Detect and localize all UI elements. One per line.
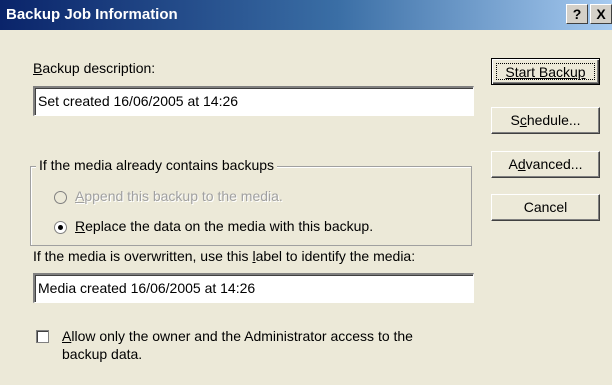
restrict-access-line1-rest: llow only the owner and the Administrato… — [71, 328, 413, 344]
schedule-label-rest: hedule... — [526, 112, 581, 128]
backup-job-dialog: Backup Job Information ? X Backup descri… — [0, 0, 612, 385]
media-options-group — [30, 166, 472, 246]
advanced-accel: d — [517, 156, 526, 172]
advanced-label-pre: A — [508, 156, 518, 172]
append-accel: A — [75, 188, 85, 204]
schedule-label-pre: S — [510, 112, 520, 128]
append-label-rest: ppend this backup to the media. — [84, 188, 283, 204]
radio-selected-dot — [58, 225, 63, 230]
start-backup-button[interactable]: Start Backup — [491, 58, 600, 85]
backup-description-label: Backup description: — [33, 60, 155, 76]
backup-description-input[interactable]: Set created 16/06/2005 at 14:26 — [33, 86, 474, 116]
media-options-legend: If the media already contains backups — [36, 157, 278, 173]
media-label-label: If the media is overwritten, use this la… — [33, 248, 415, 264]
schedule-button[interactable]: Schedule... — [491, 107, 600, 134]
schedule-accel: c — [519, 112, 527, 128]
cancel-button[interactable]: Cancel — [491, 194, 600, 221]
backup-description-label-rest: ackup description: — [42, 60, 156, 76]
replace-label-rest: eplace the data on the media with this b… — [85, 218, 374, 234]
backup-description-accel: B — [33, 60, 43, 76]
start-backup-label: Start Backup — [505, 64, 586, 80]
advanced-button[interactable]: Advanced... — [491, 151, 600, 178]
restrict-access-label-line2[interactable]: backup data. — [62, 346, 142, 362]
close-button[interactable]: X — [590, 4, 612, 24]
restrict-access-label-line1[interactable]: Allow only the owner and the Administrat… — [62, 328, 413, 344]
append-radio[interactable] — [54, 191, 67, 204]
media-label-rest: abel to identify the media: — [255, 248, 416, 264]
advanced-label-rest: vanced... — [525, 156, 583, 172]
media-label-prefix: If the media is overwritten, use this — [33, 248, 253, 264]
title-bar[interactable]: Backup Job Information ? X — [0, 0, 612, 30]
help-button[interactable]: ? — [566, 4, 588, 24]
replace-accel: R — [75, 218, 86, 234]
focus-rect: Start Backup — [496, 63, 595, 80]
media-label-input[interactable]: Media created 16/06/2005 at 14:26 — [33, 273, 474, 303]
append-radio-label[interactable]: Append this backup to the media. — [75, 188, 283, 204]
restrict-access-checkbox[interactable] — [36, 330, 49, 343]
replace-radio-label[interactable]: Replace the data on the media with this … — [75, 218, 373, 234]
restrict-access-accel: A — [62, 328, 72, 344]
replace-radio[interactable] — [54, 221, 67, 234]
window-title: Backup Job Information — [6, 6, 178, 23]
